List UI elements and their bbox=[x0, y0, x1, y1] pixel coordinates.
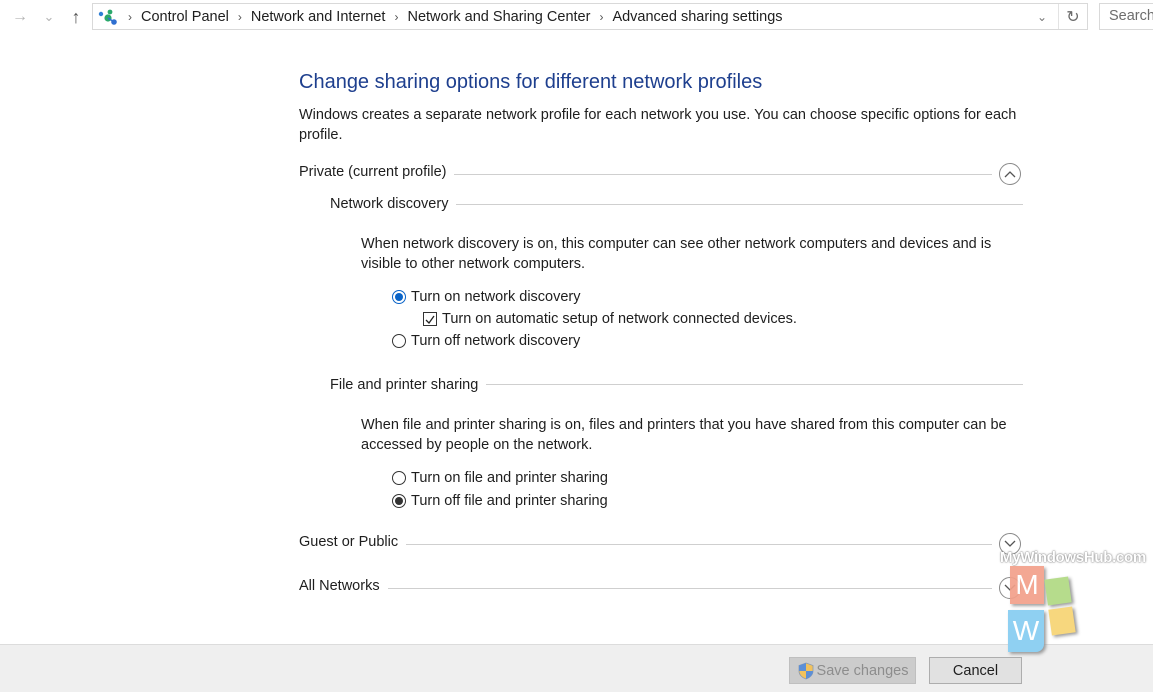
watermark-green-tile bbox=[1044, 576, 1072, 606]
option-label: Turn on file and printer sharing bbox=[411, 470, 608, 486]
radio-selected-icon bbox=[392, 494, 406, 508]
watermark-m-tile: M bbox=[1010, 566, 1044, 604]
watermark-m-letter: M bbox=[1015, 569, 1039, 600]
breadcrumb-separator[interactable]: › bbox=[599, 10, 603, 24]
network-icon bbox=[97, 7, 119, 27]
watermark-w-letter: W bbox=[1012, 615, 1040, 646]
auto-setup-devices-checkbox[interactable]: Turn on automatic setup of network conne… bbox=[423, 311, 797, 327]
arrow-up-icon: ↑ bbox=[71, 6, 81, 27]
turn-on-network-discovery-radio[interactable]: Turn on network discovery bbox=[392, 289, 581, 305]
recent-locations-button[interactable]: ⌄ bbox=[38, 6, 60, 28]
breadcrumb-separator[interactable]: › bbox=[238, 10, 242, 24]
watermark-w-tile: W bbox=[1008, 610, 1044, 652]
turn-on-file-sharing-radio[interactable]: Turn on file and printer sharing bbox=[392, 470, 608, 486]
breadcrumb-network-and-internet[interactable]: Network and Internet bbox=[251, 9, 386, 25]
option-label: Turn off network discovery bbox=[411, 333, 581, 349]
up-button[interactable]: ↑ bbox=[64, 6, 88, 28]
save-changes-label: Save changes bbox=[816, 662, 909, 679]
chevron-down-icon bbox=[1004, 540, 1016, 547]
option-label: Turn on network discovery bbox=[411, 289, 581, 305]
radio-selected-icon bbox=[392, 290, 406, 304]
chevron-down-icon: ⌄ bbox=[1036, 9, 1048, 24]
save-changes-button[interactable]: Save changes bbox=[789, 657, 916, 684]
breadcrumb-separator[interactable]: › bbox=[128, 10, 132, 24]
watermark-logo: M W bbox=[1008, 566, 1088, 662]
search-placeholder: Search bbox=[1109, 8, 1153, 24]
collapse-private-button[interactable] bbox=[999, 163, 1021, 185]
search-input[interactable]: Search bbox=[1099, 3, 1153, 30]
chevron-up-icon bbox=[1004, 171, 1016, 178]
turn-off-network-discovery-radio[interactable]: Turn off network discovery bbox=[392, 333, 580, 349]
breadcrumb-advanced-sharing-settings[interactable]: Advanced sharing settings bbox=[612, 9, 782, 25]
radio-unselected-icon bbox=[392, 471, 406, 485]
turn-off-file-sharing-radio[interactable]: Turn off file and printer sharing bbox=[392, 493, 608, 509]
breadcrumb-control-panel[interactable]: Control Panel bbox=[141, 9, 229, 25]
address-dropdown-button[interactable]: ⌄ bbox=[1031, 4, 1053, 29]
network-discovery-description: When network discovery is on, this compu… bbox=[361, 236, 992, 272]
breadcrumb-network-sharing-center[interactable]: Network and Sharing Center bbox=[407, 9, 590, 25]
network-discovery-heading: Network discovery bbox=[330, 196, 457, 212]
page-title: Change sharing options for different net… bbox=[299, 71, 763, 93]
profile-guest-public-label[interactable]: Guest or Public bbox=[299, 534, 407, 550]
profile-private-label[interactable]: Private (current profile) bbox=[299, 164, 455, 180]
shield-icon bbox=[797, 662, 815, 680]
option-label: Turn on automatic setup of network conne… bbox=[442, 311, 797, 327]
refresh-button[interactable]: ↻ bbox=[1058, 4, 1087, 29]
arrow-left-icon: → bbox=[12, 8, 28, 25]
divider bbox=[299, 588, 992, 589]
address-bar[interactable]: › Control Panel › Network and Internet ›… bbox=[92, 3, 1088, 30]
refresh-icon: ↻ bbox=[1066, 8, 1080, 26]
cancel-label: Cancel bbox=[952, 662, 999, 679]
profile-all-networks-label[interactable]: All Networks bbox=[299, 578, 388, 594]
chevron-down-icon: ⌄ bbox=[43, 9, 55, 24]
intro-text: Windows creates a separate network profi… bbox=[299, 107, 1017, 143]
file-printer-sharing-heading: File and printer sharing bbox=[330, 377, 487, 393]
breadcrumb-separator[interactable]: › bbox=[394, 10, 398, 24]
back-button[interactable]: → bbox=[8, 6, 32, 28]
file-printer-sharing-description: When file and printer sharing is on, fil… bbox=[361, 417, 1007, 453]
watermark-text: MyWindowsHub.com bbox=[1000, 549, 1146, 566]
checkmark-icon bbox=[423, 312, 437, 326]
radio-unselected-icon bbox=[392, 334, 406, 348]
watermark-yellow-tile bbox=[1048, 606, 1076, 636]
option-label: Turn off file and printer sharing bbox=[411, 493, 608, 509]
